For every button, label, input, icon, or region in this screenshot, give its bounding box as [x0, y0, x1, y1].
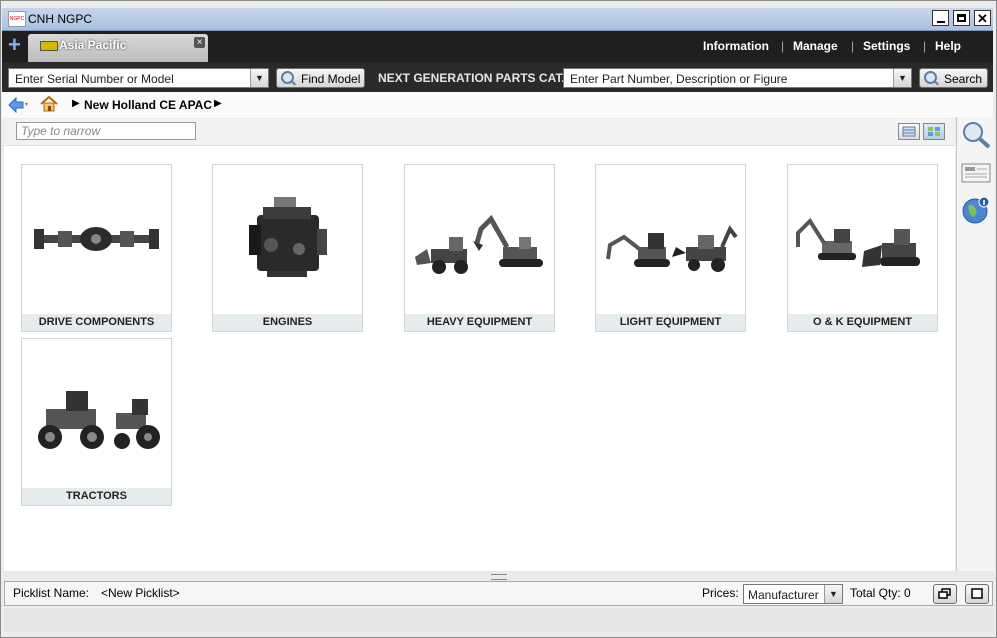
tractors-icon	[38, 391, 160, 449]
maximize-panel-button[interactable]	[965, 584, 989, 604]
home-icon[interactable]	[40, 96, 58, 112]
breadcrumb-arrow-icon[interactable]: ▶	[214, 98, 222, 109]
search-bar: Enter Serial Number or Model ▼ Find Mode…	[2, 62, 993, 92]
breadcrumb: ▶ New Holland CE APAC ▶	[2, 92, 993, 118]
category-card-heavy-equipment[interactable]: HEAVY EQUIPMENT	[404, 164, 555, 332]
back-arrow-icon[interactable]	[8, 97, 28, 113]
prices-select-value: Manufacturer	[748, 588, 819, 602]
status-bar	[4, 608, 993, 632]
category-label: LIGHT EQUIPMENT	[596, 314, 745, 331]
chevron-down-icon[interactable]: ▼	[893, 69, 911, 87]
menu-information[interactable]: Information	[703, 39, 769, 53]
picklist-name-label: Picklist Name:	[13, 586, 90, 600]
narrow-filter-input[interactable]: Type to narrow	[16, 122, 196, 140]
engine-icon	[249, 197, 327, 277]
find-model-button[interactable]: Find Model	[276, 68, 365, 88]
tab-close-icon[interactable]: ×	[194, 37, 205, 48]
search-button[interactable]: Search	[919, 68, 988, 88]
catalog-title: NEXT GENERATION PARTS CAT...	[378, 71, 572, 85]
menu-separator: |	[851, 39, 855, 53]
restore-icon	[938, 588, 951, 599]
close-button[interactable]: ✕	[974, 10, 991, 26]
menu-separator: |	[781, 39, 785, 53]
tab-label: Asia Pacific	[59, 38, 127, 52]
category-card-ok-equipment[interactable]: O & K EQUIPMENT	[787, 164, 938, 332]
menu-manage[interactable]: Manage	[793, 39, 838, 53]
search-label: Search	[944, 72, 983, 86]
right-toolbar	[956, 117, 994, 571]
magnifier-icon	[281, 71, 294, 84]
total-qty: Total Qty: 0	[850, 586, 911, 600]
excavator-dozer-icon	[796, 217, 920, 267]
axle-icon	[34, 227, 159, 251]
category-label: DRIVE COMPONENTS	[22, 314, 171, 331]
category-grid: DRIVE COMPONENTS ENGINES HEAVY EQUIPMENT…	[4, 146, 955, 571]
category-label: O & K EQUIPMENT	[788, 314, 937, 331]
category-label: TRACTORS	[22, 488, 171, 505]
prices-label: Prices:	[702, 586, 739, 600]
picklist-name-value[interactable]: <New Picklist>	[101, 586, 180, 600]
minimize-icon	[936, 21, 945, 23]
category-card-engines[interactable]: ENGINES	[212, 164, 363, 332]
menu-settings[interactable]: Settings	[863, 39, 910, 53]
close-icon: ✕	[977, 10, 988, 26]
model-search-input[interactable]: Enter Serial Number or Model	[15, 72, 174, 86]
list-view-icon	[902, 126, 916, 137]
part-search-input[interactable]: Enter Part Number, Description or Figure	[570, 72, 787, 86]
find-model-label: Find Model	[301, 72, 361, 86]
maximize-icon	[957, 14, 966, 22]
loader-excavator-icon	[415, 214, 543, 274]
category-label: ENGINES	[213, 314, 362, 331]
add-tab-button[interactable]: +	[8, 34, 24, 57]
model-search-combo[interactable]: Enter Serial Number or Model ▼	[8, 68, 269, 88]
prices-select[interactable]: Manufacturer ▼	[743, 584, 843, 604]
menu-help[interactable]: Help	[935, 39, 961, 53]
chevron-down-icon[interactable]: ▼	[250, 69, 268, 87]
splitter-grip-icon[interactable]	[491, 574, 507, 580]
picklist-bar: Picklist Name: <New Picklist> Prices: Ma…	[4, 581, 993, 606]
mini-excavator-backhoe-icon	[606, 225, 738, 272]
list-view-button[interactable]	[898, 123, 920, 140]
category-card-tractors[interactable]: TRACTORS	[21, 338, 172, 506]
part-search-combo[interactable]: Enter Part Number, Description or Figure…	[563, 68, 912, 88]
minimize-button[interactable]	[932, 10, 949, 26]
maximize-icon	[971, 588, 983, 599]
tab-bar: + × Asia Pacific Information | Manage | …	[2, 31, 993, 62]
breadcrumb-item[interactable]: New Holland CE APAC	[84, 98, 212, 112]
category-card-light-equipment[interactable]: LIGHT EQUIPMENT	[595, 164, 746, 332]
title-bar: NGPC CNH NGPC ✕	[2, 8, 993, 31]
window-title: CNH NGPC	[28, 12, 93, 26]
grid-view-icon	[928, 127, 940, 136]
news-icon[interactable]	[961, 161, 991, 185]
menu-separator: |	[923, 39, 927, 53]
globe-info-icon[interactable]	[961, 195, 991, 225]
category-card-drive-components[interactable]: DRIVE COMPONENTS	[21, 164, 172, 332]
chevron-down-icon[interactable]: ▼	[824, 585, 842, 603]
search-icon[interactable]	[961, 121, 991, 149]
grid-view-button[interactable]	[923, 123, 945, 140]
category-label: HEAVY EQUIPMENT	[405, 314, 554, 331]
restore-panel-button[interactable]	[933, 584, 957, 604]
maximize-button[interactable]	[953, 10, 970, 26]
breadcrumb-arrow-icon: ▶	[72, 98, 80, 109]
filter-bar: Type to narrow	[4, 119, 955, 146]
app-logo: NGPC	[8, 11, 26, 27]
region-flag-icon	[40, 41, 58, 51]
magnifier-icon	[924, 71, 937, 84]
